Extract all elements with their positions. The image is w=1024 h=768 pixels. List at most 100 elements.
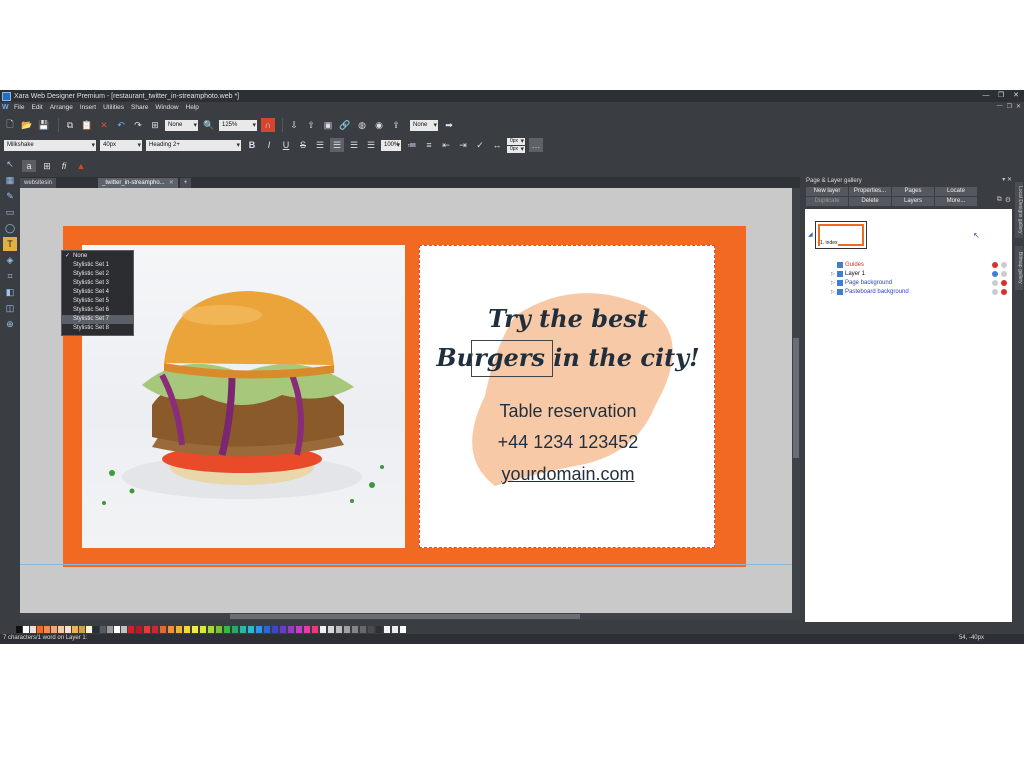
zoom-combo[interactable]: 125% (219, 119, 257, 131)
open-folder-icon[interactable]: 📂 (20, 118, 34, 132)
text-area-icon[interactable]: ⊞ (41, 160, 53, 172)
photo-icon[interactable]: ▣ (321, 118, 335, 132)
palette-swatch[interactable] (51, 626, 57, 633)
lock-icon[interactable] (1001, 280, 1007, 286)
horizontal-scroll-thumb[interactable] (230, 614, 580, 619)
palette-swatch[interactable] (312, 626, 318, 633)
palette-swatch[interactable] (93, 626, 99, 633)
shadow-tool-icon[interactable]: ◧ (3, 285, 17, 299)
stylistic-option-5[interactable]: Stylistic Set 5 (62, 297, 133, 306)
ellipse-tool-icon[interactable]: ◯ (3, 221, 17, 235)
stylistic-option-7[interactable]: Stylistic Set 7 (62, 315, 133, 324)
bold-button[interactable]: B (245, 138, 259, 152)
palette-swatch[interactable] (176, 626, 182, 633)
headline-line-2[interactable]: Burgers in the city! (420, 343, 716, 372)
menu-window[interactable]: Window (155, 104, 178, 111)
vertical-scroll-thumb[interactable] (793, 338, 799, 458)
lock-icon[interactable] (1001, 262, 1007, 268)
space-below-field[interactable]: 0px (507, 145, 525, 153)
palette-swatch[interactable] (160, 626, 166, 633)
expand-icon[interactable]: ▷ (831, 279, 835, 288)
local-designs-gallery-tab[interactable]: Local Designs gallery (1015, 182, 1023, 238)
stylistic-option-8[interactable]: Stylistic Set 8 (62, 324, 133, 333)
photo-tool-icon[interactable]: ▦ (3, 173, 17, 187)
palette-swatch[interactable] (232, 626, 238, 633)
paste-icon[interactable]: 📋 (80, 118, 94, 132)
stylistic-icon[interactable]: ▲ (75, 160, 87, 172)
new-document-icon[interactable]: 🗋 (3, 118, 17, 132)
font-family-combo[interactable]: Milkshake (4, 139, 96, 151)
spellcheck-icon[interactable]: ✓ (473, 138, 487, 152)
palette-swatch[interactable] (216, 626, 222, 633)
palette-swatch[interactable] (304, 626, 310, 633)
phone-number-text[interactable]: +44 1234 123452 (420, 432, 716, 453)
palette-swatch[interactable] (136, 626, 142, 633)
stylistic-option-none[interactable]: None (62, 252, 133, 261)
more-options-icon[interactable]: … (529, 138, 543, 152)
import-icon[interactable]: ⇩ (287, 118, 301, 132)
layer-row-page-background[interactable]: ▷ Page background (831, 279, 1009, 288)
page-thumbnail[interactable]: 1. index (815, 221, 867, 249)
menu-help[interactable]: Help (186, 104, 199, 111)
font-size-combo[interactable]: 40px (100, 139, 142, 151)
lock-icon[interactable] (1001, 271, 1007, 277)
horizontal-scrollbar[interactable] (20, 613, 800, 620)
properties-button[interactable]: Properties... (849, 187, 891, 196)
magnet-icon[interactable]: ∩ (261, 118, 275, 132)
horizontal-guide[interactable] (20, 564, 792, 565)
palette-swatch[interactable] (30, 626, 36, 633)
stylistic-option-2[interactable]: Stylistic Set 2 (62, 270, 133, 279)
zoom-to-page-icon[interactable]: ⊞ (148, 118, 162, 132)
text-panel[interactable]: Try the best Burgers in the city! Table … (419, 245, 715, 548)
indent-decrease-icon[interactable]: ⇤ (439, 138, 453, 152)
minimize-icon[interactable]: — (980, 91, 992, 100)
publish-icon[interactable]: ⇪ (389, 118, 403, 132)
tab-close-icon[interactable]: ✕ (169, 180, 174, 186)
new-tab-button[interactable]: + (179, 178, 192, 188)
freehand-tool-icon[interactable]: ✎ (3, 189, 17, 203)
layers-button[interactable]: Layers (892, 197, 934, 206)
selector-tool-icon[interactable]: ↖ (3, 157, 17, 171)
layer-row-pasteboard-background[interactable]: ▷ Pasteboard background (831, 288, 1009, 297)
more-button[interactable]: More... (935, 197, 977, 206)
export-icon[interactable]: ⇧ (304, 118, 318, 132)
palette-swatch[interactable] (100, 626, 106, 633)
palette-swatch[interactable] (208, 626, 214, 633)
justify-icon[interactable]: ☰ (364, 138, 378, 152)
line-spacing-combo[interactable]: 100% (381, 139, 401, 151)
delete-icon[interactable]: ✕ (97, 118, 111, 132)
palette-swatch[interactable] (58, 626, 64, 633)
text-tracking-icon[interactable]: ↔ (490, 138, 504, 152)
palette-swatch[interactable] (384, 626, 390, 633)
palette-swatch[interactable] (86, 626, 92, 633)
gallery-settings-icon[interactable]: ⚙ (1005, 196, 1011, 204)
align-center-icon[interactable]: ☰ (330, 138, 344, 152)
doc-restore-icon[interactable]: ❐ (1007, 103, 1012, 110)
maximize-icon[interactable]: ❐ (995, 91, 1007, 100)
palette-swatch[interactable] (264, 626, 270, 633)
palette-swatch[interactable] (121, 626, 127, 633)
fill-tool-icon[interactable]: ◈ (3, 253, 17, 267)
palette-swatch[interactable] (152, 626, 158, 633)
headline-line-2-rest[interactable]: in the city! (545, 343, 699, 372)
underline-button[interactable]: U (279, 138, 293, 152)
locate-button[interactable]: Locate (935, 187, 977, 196)
collapse-page-icon[interactable]: ◢ (808, 231, 813, 238)
redo-icon[interactable]: ↷ (131, 118, 145, 132)
palette-swatch[interactable] (224, 626, 230, 633)
text-mode-icon[interactable]: a (22, 160, 36, 172)
doc-minimize-icon[interactable]: — (997, 103, 1003, 110)
palette-swatch[interactable] (400, 626, 406, 633)
menu-arrange[interactable]: Arrange (50, 104, 73, 111)
indent-increase-icon[interactable]: ⇥ (456, 138, 470, 152)
palette-swatch[interactable] (288, 626, 294, 633)
lock-icon[interactable] (1001, 289, 1007, 295)
numbered-list-icon[interactable]: ≡ (422, 138, 436, 152)
tab-restaurant-twitter[interactable]: _twitter_in-streampho... ✕ (98, 178, 178, 188)
palette-swatch[interactable] (248, 626, 254, 633)
strikethrough-button[interactable]: S (296, 138, 310, 152)
palette-swatch[interactable] (336, 626, 342, 633)
stylistic-option-6[interactable]: Stylistic Set 6 (62, 306, 133, 315)
palette-swatch[interactable] (200, 626, 206, 633)
headline-line-1[interactable]: Try the best (420, 304, 716, 333)
